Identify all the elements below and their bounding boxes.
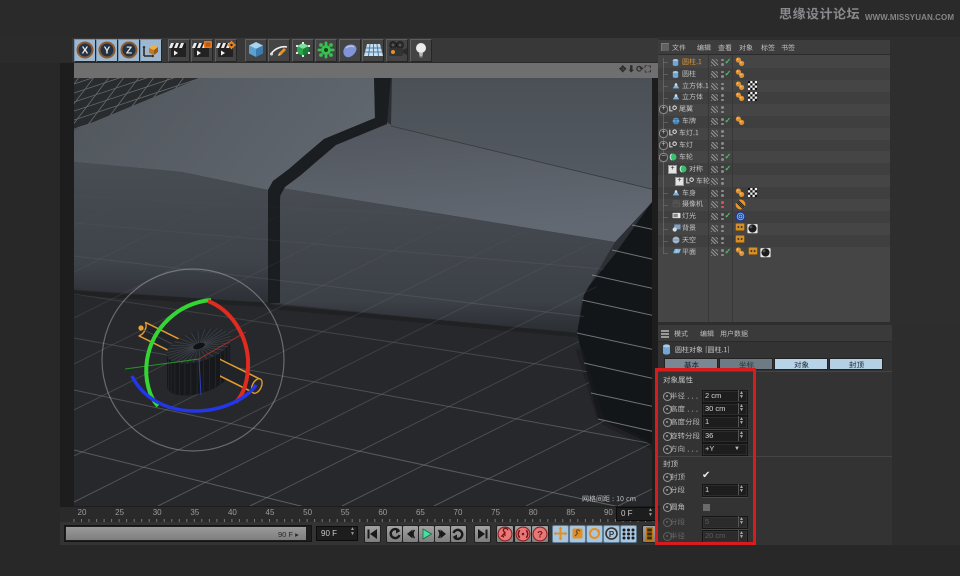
svg-text:X: X [82, 46, 89, 57]
svg-text:Y: Y [104, 46, 111, 57]
svg-text:P: P [609, 530, 615, 539]
svg-text:?: ? [537, 530, 543, 541]
svg-text:Z: Z [126, 46, 132, 57]
